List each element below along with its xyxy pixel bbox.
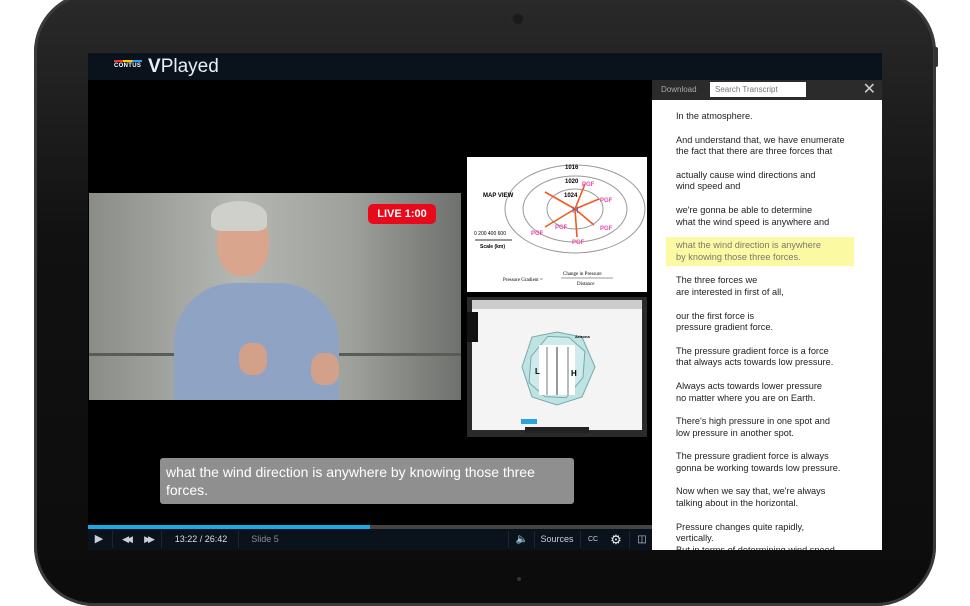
transcript-text: talking about in the horizontal. [676, 498, 799, 509]
transcript-text: pressure gradient force. [676, 322, 774, 333]
svg-text:PGF: PGF [555, 225, 568, 231]
transcript-text: The pressure gradient force is always [676, 451, 829, 462]
transcript-text: by knowing those three forces. [676, 251, 801, 262]
transcript-text: And understand that, we have enumerate [676, 134, 845, 145]
svg-text:Change in Pressure: Change in Pressure [563, 272, 602, 277]
live-badge: LIVE 1:00 [368, 204, 436, 224]
transcript-text: There's high pressure in one spot and [676, 416, 830, 427]
rewind-icon[interactable]: ◀◀ [117, 529, 135, 550]
transcript-line[interactable]: Pressure changes quite rapidly, verticall… [652, 519, 882, 550]
transcript-text: that always acts towards low pressure. [676, 357, 834, 368]
svg-text:L: L [535, 367, 540, 376]
svg-text:PGF: PGF [582, 182, 595, 188]
transcript-text: Always acts towards lower pressure [676, 380, 823, 391]
sources-button[interactable]: Sources [538, 529, 576, 550]
contus-logo: CONTUS [114, 60, 143, 69]
svg-text:PGF: PGF [572, 240, 585, 246]
transcript-text: we're gonna be able to determine [676, 204, 813, 215]
transcript-line[interactable]: Always acts towards lower pressure no mat… [652, 378, 882, 407]
layout-toggle-icon[interactable]: ◫ [633, 529, 651, 550]
svg-text:Distance: Distance [577, 282, 595, 287]
transcript-line[interactable]: actually cause wind directions and wind s… [652, 167, 882, 196]
transcript-text: But in terms of determining wind speed, [676, 544, 838, 550]
isobar-label: 1024 [564, 193, 578, 199]
transcript-text: gonna be working towards low pressure. [676, 462, 841, 473]
svg-text:PGF: PGF [600, 198, 613, 204]
transcript-text: The three forces we [676, 275, 758, 286]
slide-thumbnail-diagram[interactable]: L H Arizona [467, 297, 647, 437]
transcript-header: Download ✕ [652, 80, 882, 100]
time-display: 13:22 / 26:42 [174, 534, 228, 544]
screen: CONTUS VPlayed LIVE 1:00 1016 1020 1024 … [88, 53, 882, 550]
transcript-text: what the wind direction is anywhere [676, 240, 822, 251]
transcript-text: what the wind speed is anywhere and [676, 216, 830, 227]
transcript-text: Pressure changes quite rapidly, [676, 521, 805, 532]
download-link[interactable]: Download [661, 85, 697, 94]
transcript-text: are interested in first of all, [676, 286, 784, 297]
transcript-line[interactable]: The pressure gradient force is a force th… [652, 343, 882, 372]
play-icon[interactable]: ▶ [91, 529, 107, 550]
transcript-text: wind speed and [676, 181, 741, 192]
fast-forward-icon[interactable]: ▶▶ [139, 529, 157, 550]
transcript-line[interactable]: Now when we say that, we're always talkin… [652, 483, 882, 512]
transcript-text: The pressure gradient force is a force [676, 345, 829, 356]
speaker-hand [239, 343, 267, 375]
side-button [934, 47, 938, 67]
home-indicator [517, 577, 521, 581]
transcript-text: Now when we say that, we're always [676, 486, 826, 497]
svg-text:H: H [571, 369, 577, 378]
slide-title: MAP VIEW [483, 193, 514, 199]
player-controls: ▶ ◀◀ ▶▶ 13:22 / 26:42 Slide 5 🔈 Sources … [88, 529, 652, 550]
svg-text:0 200 400 600: 0 200 400 600 [474, 231, 506, 237]
transcript-line[interactable]: In the atmosphere. [652, 108, 882, 126]
svg-text:Scale (km): Scale (km) [480, 244, 505, 250]
volume-icon[interactable]: 🔈 [512, 529, 532, 550]
transcript-line[interactable]: our the first force is pressure gradient … [652, 308, 882, 337]
transcript-text: low pressure in another spot. [676, 427, 794, 438]
close-icon[interactable]: ✕ [863, 81, 876, 99]
search-transcript-input[interactable] [710, 82, 806, 97]
closed-caption: what the wind direction is anywhere by k… [160, 458, 574, 504]
isobar-label: 1016 [565, 165, 579, 171]
transcript-list[interactable]: In the atmosphere. And understand that, w… [652, 100, 882, 550]
vplayed-logo: VPlayed [148, 56, 219, 77]
svg-text:Arizona: Arizona [575, 334, 590, 339]
speaker-hand [311, 353, 339, 385]
settings-gear-icon[interactable]: ⚙ [607, 529, 625, 550]
svg-text:Pressure Gradient =: Pressure Gradient = [503, 278, 543, 283]
app-header: CONTUS VPlayed [88, 53, 882, 80]
cc-button[interactable]: CC [584, 529, 602, 550]
svg-text:PGF: PGF [600, 226, 613, 232]
transcript-line-active[interactable]: what the wind direction is anywhere by kn… [666, 237, 854, 267]
transcript-line[interactable]: And understand that, we have enumerate th… [652, 132, 882, 161]
transcript-line[interactable]: There's high pressure in one spot and low… [652, 413, 882, 442]
transcript-text: our the first force is [676, 310, 755, 321]
video-feed[interactable] [89, 193, 461, 400]
svg-text:H: H [572, 205, 579, 215]
transcript-line[interactable]: The three forces we are interested in fir… [652, 272, 882, 301]
speaker-hair [211, 201, 267, 231]
slide-indicator: Slide 5 [251, 534, 279, 544]
slide-thumbnail-map-view[interactable]: 1016 1020 1024 H PGF PGF PGF PGF PGF PGF MA… [467, 157, 647, 292]
transcript-line[interactable]: The pressure gradient force is always gon… [652, 448, 882, 477]
isobar-label: 1020 [565, 179, 579, 185]
transcript-text: the fact that there are three forces tha… [676, 146, 833, 157]
camera-icon [511, 12, 525, 26]
transcript-text: actually cause wind directions and [676, 169, 816, 180]
transcript-line[interactable]: we're gonna be able to determine what the… [652, 202, 882, 231]
transcript-panel: Download ✕ In the atmosphere. And underst… [652, 80, 882, 550]
speaker-body [174, 283, 339, 400]
transcript-text: In the atmosphere. [676, 111, 753, 121]
svg-text:PGF: PGF [531, 231, 544, 237]
transcript-text: no matter where you are on Earth. [676, 392, 816, 403]
transcript-text: vertically. [676, 533, 714, 544]
